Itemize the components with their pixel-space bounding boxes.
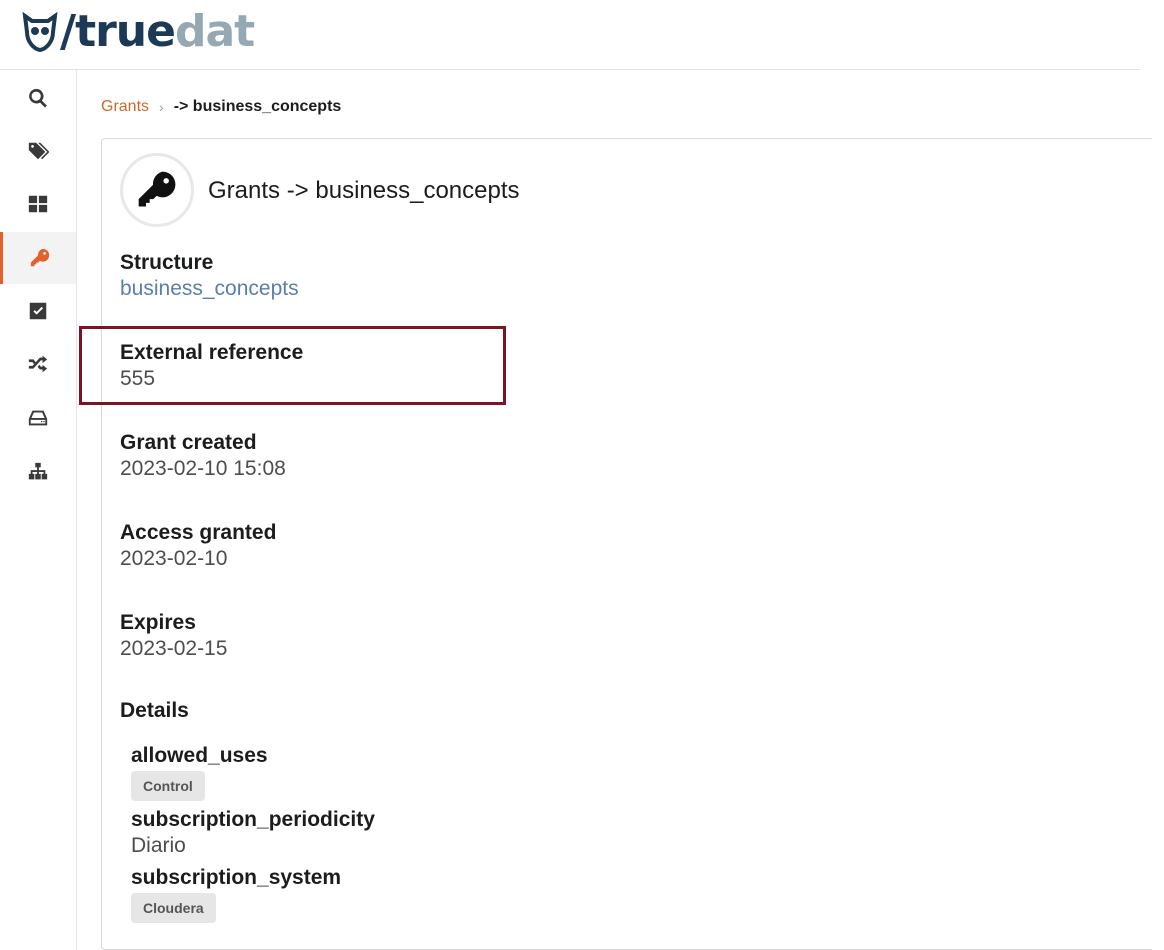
detail-tag: Control	[131, 771, 205, 801]
detail-subscription-periodicity: subscription_periodicity Diario	[131, 807, 375, 859]
shuffle-icon	[28, 355, 48, 373]
grant-detail-card: Grants -> business_concepts Structure bu…	[101, 138, 1152, 950]
top-bar: /truedat	[0, 0, 1140, 70]
tags-icon	[28, 142, 49, 160]
chevron-right-icon: ›	[159, 99, 164, 115]
detail-allowed-uses: allowed_uses Control	[131, 743, 268, 801]
breadcrumb-current: -> business_concepts	[173, 98, 342, 115]
highlight-box	[79, 326, 506, 405]
detail-key: subscription_periodicity	[131, 808, 375, 831]
logo-dat: dat	[174, 6, 255, 57]
detail-subscription-system: subscription_system Cloudera	[131, 865, 341, 923]
sitemap-icon	[28, 462, 48, 480]
logo-true: true	[75, 6, 176, 57]
field-label: Structure	[120, 251, 214, 274]
owl-logo-icon	[22, 12, 58, 52]
sidebar-item-dashboard[interactable]	[0, 178, 76, 230]
sidebar-item-tags[interactable]	[0, 125, 76, 177]
search-icon	[29, 88, 47, 108]
header-key-icon-circle	[120, 153, 194, 227]
field-grant-created: Grant created 2023-02-10 15:08	[120, 430, 286, 482]
field-value: 2023-02-10	[120, 547, 228, 570]
page-title: Grants -> business_concepts	[208, 177, 520, 204]
detail-key: subscription_system	[131, 866, 342, 889]
check-square-icon	[29, 302, 47, 320]
field-label: Access granted	[120, 521, 277, 544]
field-value: 2023-02-10 15:08	[120, 457, 286, 480]
sidebar-item-search[interactable]	[0, 72, 76, 124]
detail-tag: Cloudera	[131, 893, 216, 923]
sidebar-item-storage[interactable]	[0, 392, 76, 444]
field-label: Grant created	[120, 431, 257, 454]
detail-key: allowed_uses	[131, 744, 268, 767]
truedat-logo[interactable]: /truedat	[22, 6, 255, 57]
key-icon	[138, 171, 176, 207]
key-icon	[30, 248, 49, 267]
detail-value: Diario	[131, 834, 186, 857]
sidebar	[0, 70, 77, 950]
field-access-granted: Access granted 2023-02-10	[120, 520, 276, 572]
drive-icon	[28, 410, 48, 426]
field-structure: Structure business_concepts	[120, 250, 299, 302]
sidebar-item-grants[interactable]	[0, 232, 76, 284]
structure-link[interactable]: business_concepts	[120, 276, 299, 302]
breadcrumb-link-grants[interactable]: Grants	[101, 98, 149, 116]
sidebar-item-tasks[interactable]	[0, 285, 76, 337]
field-expires: Expires 2023-02-15	[120, 610, 227, 662]
sidebar-item-shuffle[interactable]	[0, 338, 76, 390]
breadcrumb: Grants › -> business_concepts	[101, 98, 341, 116]
details-title: Details	[120, 699, 189, 722]
logo-slash: /	[60, 6, 76, 57]
sidebar-item-structure[interactable]	[0, 446, 76, 498]
field-label: Expires	[120, 611, 196, 634]
field-value: 2023-02-15	[120, 637, 228, 660]
dashboard-icon	[28, 195, 48, 213]
